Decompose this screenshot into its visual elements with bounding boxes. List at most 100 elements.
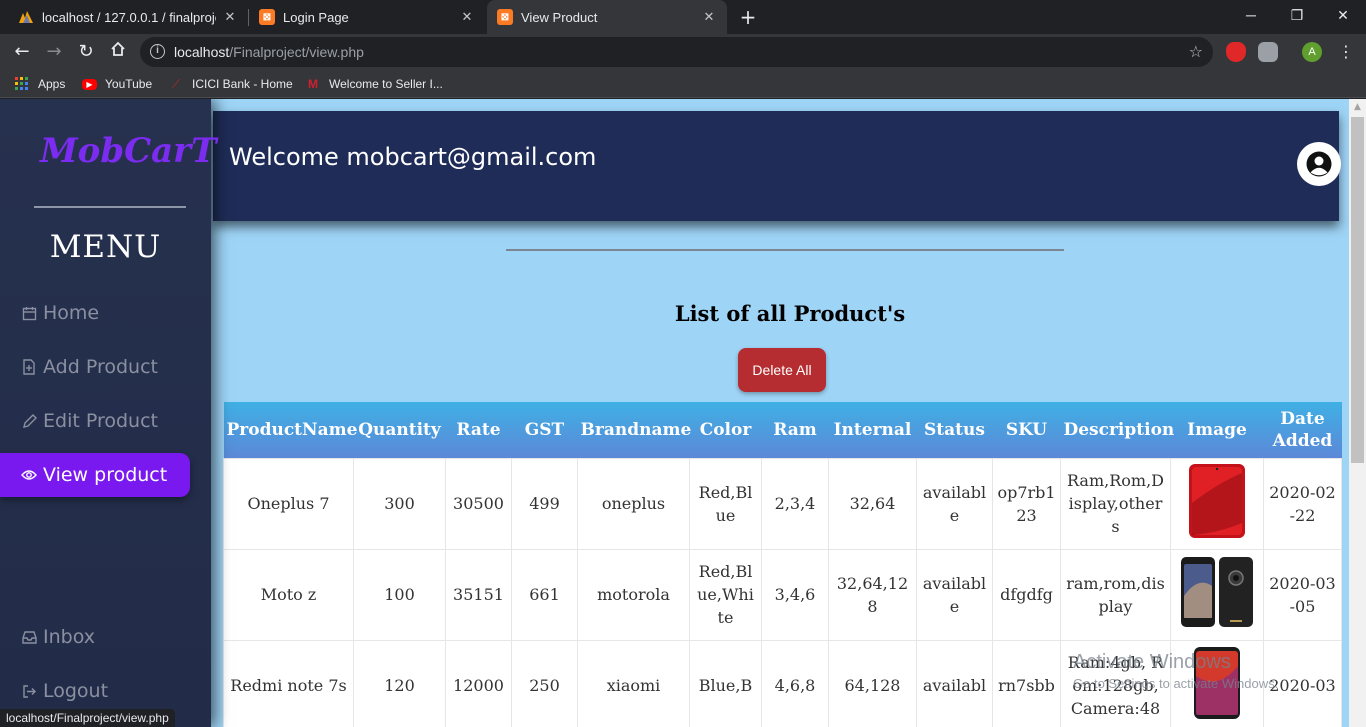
sidebar-item-label: Edit Product [43, 410, 158, 432]
calendar-icon [20, 304, 38, 322]
column-header: Quantity [353, 402, 446, 458]
column-header: Date Added [1263, 402, 1342, 458]
info-icon[interactable]: i [150, 44, 165, 59]
icici-icon: ⟋ [171, 76, 181, 91]
sidebar-item-label: Inbox [43, 626, 95, 648]
sidebar-item-label: View product [43, 464, 168, 486]
cell-rate: 12000 [445, 639, 512, 727]
back-button[interactable]: ← [8, 38, 36, 66]
cell-internal: 64,128 [828, 639, 917, 727]
minimize-button[interactable]: ─ [1228, 0, 1274, 30]
scroll-up-arrow-icon[interactable]: ▲ [1349, 99, 1366, 116]
cell-internal: 32,64 [828, 457, 917, 550]
maximize-button[interactable]: ❐ [1274, 0, 1320, 30]
table-row: Oneplus 7 300 30500 499 oneplus Red,Blue… [223, 457, 1342, 550]
section-divider [506, 249, 1064, 251]
column-header: ProductName [223, 402, 357, 458]
cell-brand: oneplus [577, 457, 690, 550]
column-header: SKU [992, 402, 1061, 458]
tab-login-page[interactable]: ⊠ Login Page ✕ [249, 0, 485, 34]
delete-all-button[interactable]: Delete All [738, 348, 826, 392]
brand-divider [34, 206, 186, 208]
page-viewport: MobCarT MENU Home Add Product Edit Produ… [0, 99, 1366, 727]
tab-view-product[interactable]: ⊠ View Product ✕ [487, 0, 727, 34]
cell-quantity: 300 [353, 457, 446, 550]
cell-date: 2020-02-22 [1263, 457, 1342, 550]
user-profile-button[interactable] [1297, 142, 1341, 186]
brand-logo[interactable]: MobCarT [40, 131, 216, 171]
tab-title: localhost / 127.0.0.1 / finalproject [42, 9, 216, 25]
column-header: Status [916, 402, 993, 458]
column-header: Internal [828, 402, 917, 458]
address-bar[interactable]: i localhost/Finalproject/view.php ☆ [140, 37, 1213, 67]
cell-gst: 250 [511, 639, 578, 727]
sidebar-item-home[interactable]: Home [0, 291, 190, 335]
seller-icon: M [308, 77, 318, 91]
cell-color: Red,Blue [689, 457, 762, 550]
cell-brand: xiaomi [577, 639, 690, 727]
bookmark-seller[interactable]: M Welcome to Seller I... [305, 75, 443, 93]
forward-button[interactable]: → [40, 38, 68, 66]
close-tab-icon[interactable]: ✕ [701, 9, 717, 25]
cell-status: available [916, 548, 993, 641]
xampp-icon: ⊠ [259, 9, 275, 25]
bookmark-apps[interactable]: Apps [14, 75, 65, 93]
bookmark-youtube[interactable]: ▶ YouTube [82, 75, 152, 93]
cell-color: Blue,B [689, 639, 762, 727]
scrollbar-thumb[interactable] [1351, 117, 1364, 463]
home-button[interactable] [104, 38, 132, 66]
page-scrollbar[interactable]: ▲ [1349, 99, 1366, 727]
product-image-oneplus[interactable] [1188, 463, 1246, 539]
reload-button[interactable]: ↻ [72, 38, 100, 66]
cell-product-name: Moto z [223, 548, 354, 641]
cell-brand: motorola [577, 548, 690, 641]
cell-gst: 661 [511, 548, 578, 641]
column-header: Color [689, 402, 762, 458]
extension-shield-icon[interactable] [1226, 42, 1246, 62]
cell-sku: op7rb123 [992, 457, 1061, 550]
tab-title: View Product [521, 9, 598, 25]
cell-description: ram,rom,display [1060, 548, 1171, 641]
cell-quantity: 100 [353, 548, 446, 641]
tab-phpmyadmin[interactable]: localhost / 127.0.0.1 / finalproject ✕ [8, 0, 248, 34]
cell-ram: 4,6,8 [761, 639, 829, 727]
cell-sku: rn7sbb [992, 639, 1061, 727]
bookmark-star-icon[interactable]: ☆ [1189, 42, 1203, 61]
cell-internal: 32,64,128 [828, 548, 917, 641]
new-tab-button[interactable]: + [737, 6, 759, 28]
page-title: List of all Product's [674, 301, 906, 326]
cell-sku: dfgdfg [992, 548, 1061, 641]
sidebar-item-logout[interactable]: Logout [0, 669, 190, 713]
cell-ram: 3,4,6 [761, 548, 829, 641]
close-tab-icon[interactable]: ✕ [222, 9, 238, 25]
cell-rate: 30500 [445, 457, 512, 550]
logout-icon [20, 682, 38, 700]
pencil-icon [20, 412, 38, 430]
sidebar-item-inbox[interactable]: Inbox [0, 615, 190, 659]
close-window-button[interactable]: ✕ [1320, 0, 1366, 30]
bookmark-icici[interactable]: ⟋ ICICI Bank - Home [168, 75, 293, 93]
browser-tabstrip: localhost / 127.0.0.1 / finalproject ✕ ⊠… [0, 0, 1366, 34]
profile-avatar[interactable]: A [1302, 42, 1322, 62]
column-header: Description [1060, 402, 1174, 458]
close-tab-icon[interactable]: ✕ [459, 9, 475, 25]
sidebar-item-edit-product[interactable]: Edit Product [0, 399, 190, 443]
cell-date: 2020-03-05 [1263, 548, 1342, 641]
cell-product-name: Oneplus 7 [223, 457, 354, 550]
cell-status: available [916, 457, 993, 550]
sidebar-item-view-product[interactable]: View product [0, 453, 190, 497]
product-image-moto[interactable] [1180, 556, 1254, 628]
sidebar-item-add-product[interactable]: Add Product [0, 345, 190, 389]
column-header: Rate [445, 402, 512, 458]
table-header-row: ProductName Quantity Rate GST Brandname … [223, 402, 1342, 458]
sidebar-item-label: Add Product [43, 356, 158, 378]
user-circle-icon [1306, 151, 1332, 177]
cell-gst: 499 [511, 457, 578, 550]
cell-status: availabl [916, 639, 993, 727]
sidebar: MobCarT MENU Home Add Product Edit Produ… [0, 99, 216, 727]
browser-menu-icon[interactable]: ⋮ [1336, 38, 1356, 66]
menu-heading: MENU [49, 229, 162, 265]
xampp-icon: ⊠ [497, 9, 513, 25]
home-icon [111, 41, 125, 56]
extension-cloud-icon[interactable] [1258, 42, 1278, 62]
